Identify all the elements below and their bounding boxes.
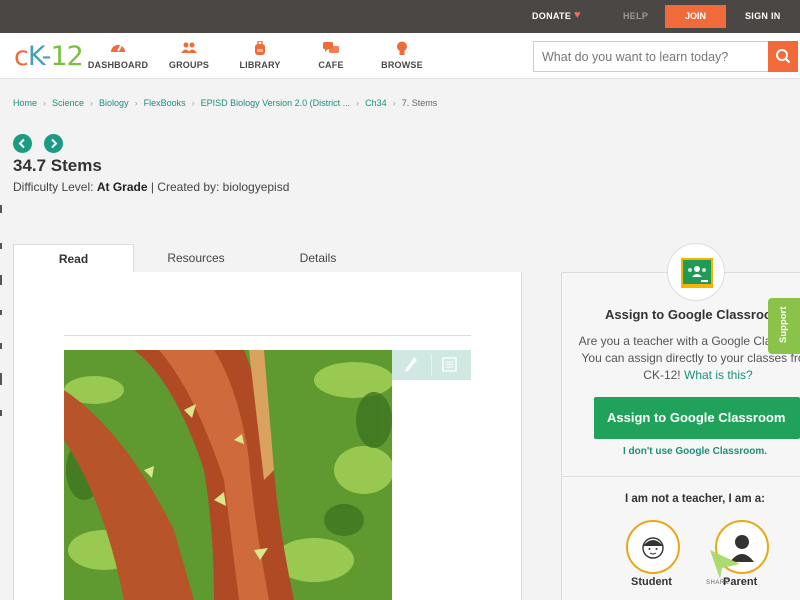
what-is-this-link[interactable]: What is this? <box>684 368 753 382</box>
ck12-logo[interactable]: cK-12 <box>14 41 84 72</box>
tab-resources[interactable]: Resources <box>136 244 256 273</box>
breadcrumb-home[interactable]: Home <box>13 98 37 108</box>
left-edge-mark <box>0 343 2 349</box>
pencil-icon[interactable] <box>404 356 418 379</box>
tab-details[interactable]: Details <box>258 244 378 273</box>
panel-title: Assign to Google Classroom <box>605 307 784 322</box>
not-teacher-heading: I am not a teacher, I am a: <box>625 493 765 505</box>
stem-photo <box>64 350 392 600</box>
top-bar: DONATE ♥ HELP JOIN SIGN IN <box>0 0 800 33</box>
dont-use-classroom-link[interactable]: I don't use Google Classroom. <box>623 446 767 457</box>
panel-divider <box>561 476 800 477</box>
toolbar-separator <box>431 354 432 376</box>
student-role-button[interactable] <box>626 520 680 574</box>
left-edge-mark <box>0 275 2 285</box>
share-label: SHARE <box>706 580 730 586</box>
tab-read[interactable]: Read <box>13 244 134 273</box>
google-classroom-icon <box>681 258 713 288</box>
left-edge-mark <box>0 205 2 213</box>
join-button[interactable]: JOIN <box>665 5 726 28</box>
search-box <box>533 41 798 72</box>
dashboard-gauge-icon <box>83 41 153 55</box>
help-link[interactable]: HELP <box>623 11 648 21</box>
search-button[interactable] <box>768 41 798 72</box>
chat-bubbles-icon <box>296 41 366 55</box>
backpack-icon <box>225 40 295 55</box>
left-edge-mark <box>0 410 2 416</box>
notes-icon[interactable] <box>442 357 457 377</box>
breadcrumb-current: 7. Stems <box>401 98 438 108</box>
nav-groups[interactable]: GROUPS <box>154 41 224 70</box>
chevron-left-icon <box>18 138 25 149</box>
page-title: 34.7 Stems <box>13 156 102 175</box>
student-label: Student <box>631 576 672 588</box>
created-by: | Created by: biologyepisd <box>150 180 290 194</box>
next-concept-button[interactable] <box>44 134 63 153</box>
left-edge-mark <box>0 243 2 249</box>
nav-browse[interactable]: BROWSE <box>367 41 437 70</box>
share-flag-icon[interactable] <box>708 548 742 580</box>
nav-library[interactable]: LIBRARY <box>225 40 295 70</box>
difficulty-value: At Grade <box>96 180 148 194</box>
panel-description: Are you a teacher with a Google Classroo… <box>578 334 800 382</box>
heart-icon: ♥ <box>574 9 581 21</box>
nav-cafe[interactable]: CAFE <box>296 41 366 70</box>
left-edge-mark <box>0 310 2 315</box>
search-input[interactable] <box>534 42 766 71</box>
left-edge-mark <box>0 373 2 385</box>
search-icon <box>776 49 791 64</box>
student-face-icon <box>642 537 664 559</box>
donate-link[interactable]: DONATE <box>532 11 571 21</box>
chevron-right-icon <box>51 138 58 149</box>
content-toolbar <box>392 350 471 380</box>
breadcrumb-science[interactable]: Science <box>52 98 84 108</box>
nav-dashboard[interactable]: DASHBOARD <box>83 41 153 70</box>
assign-google-classroom-button[interactable]: Assign to Google Classroom <box>594 397 800 439</box>
previous-concept-button[interactable] <box>13 134 32 153</box>
lightbulb-icon <box>367 41 437 55</box>
sign-in-link[interactable]: SIGN IN <box>745 11 781 21</box>
people-icon <box>154 41 224 55</box>
breadcrumb-chapter[interactable]: Ch34 <box>365 98 387 108</box>
content-divider <box>64 335 471 336</box>
breadcrumb-book[interactable]: EPISD Biology Version 2.0 (District ... <box>201 98 351 108</box>
concept-meta: Difficulty Level: At Grade | Created by:… <box>13 180 290 194</box>
main-nav: cK-12 DASHBOARD GROUPS LIBRARY CAFE BROW… <box>0 33 800 79</box>
google-classroom-logo <box>667 243 725 301</box>
support-tab[interactable]: Support <box>768 298 800 354</box>
breadcrumb-flexbooks[interactable]: FlexBooks <box>144 98 186 108</box>
breadcrumb: Home › Science › Biology › FlexBooks › EPISD Bio… <box>13 98 438 108</box>
breadcrumb-biology[interactable]: Biology <box>99 98 129 108</box>
